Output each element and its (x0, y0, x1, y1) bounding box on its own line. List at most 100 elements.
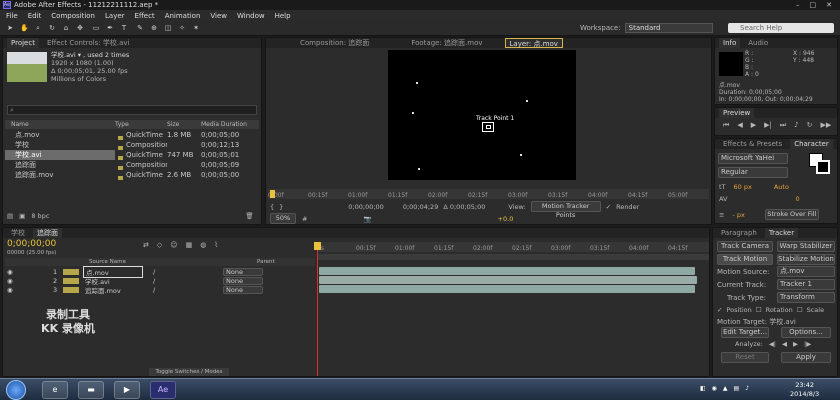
trash-icon[interactable]: 🗑 (245, 212, 253, 220)
font-size-value[interactable]: 60 px (734, 183, 752, 191)
layer-time-ruler[interactable]: 0:00f 00:15f 01:00f 01:15f 02:00f 02:15f… (268, 189, 709, 199)
type-tool-icon[interactable]: T (120, 24, 128, 32)
tab-timeline-school[interactable]: 学校 (7, 228, 29, 238)
grid-icon[interactable]: # (302, 215, 307, 223)
menu-help[interactable]: Help (275, 12, 291, 20)
render-checkbox[interactable]: ✓ (606, 203, 611, 211)
new-folder-icon[interactable]: ▣ (19, 212, 25, 220)
list-item[interactable]: 学校 Composition 0;00;12;13 (5, 140, 259, 150)
tab-layer[interactable]: Layer: 点.mov (504, 38, 563, 48)
hide-shy-icon[interactable]: ☺ (170, 241, 177, 249)
rotate-tool-icon[interactable]: ↻ (48, 24, 56, 32)
list-item[interactable]: 追踪面 Composition 0;00;05;09 (5, 160, 259, 170)
pan-behind-tool-icon[interactable]: ✥ (76, 24, 84, 32)
font-style-select[interactable]: Regular (718, 167, 788, 178)
list-item[interactable]: 追踪面.mov QuickTime 2.6 MB 0;00;05;00 (5, 170, 259, 180)
menu-composition[interactable]: Composition (51, 12, 95, 20)
col-type[interactable]: Type (115, 120, 167, 129)
tab-preview[interactable]: Preview (719, 108, 755, 118)
col-duration[interactable]: Media Duration (201, 120, 257, 129)
analyze-back-one-icon[interactable]: ◀| (769, 340, 776, 348)
close-button[interactable]: ✕ (826, 1, 832, 9)
out-point-button[interactable]: } (279, 203, 283, 211)
view-select[interactable]: Motion Tracker Points (530, 201, 601, 219)
tray-icon[interactable]: ◉ (712, 385, 717, 392)
time-start[interactable]: 0;00;00;00 (348, 203, 384, 211)
table-row[interactable]: ◉ 2 学校.avi / None (3, 276, 315, 286)
clone-tool-icon[interactable]: ⊕ (150, 24, 158, 32)
play-icon[interactable]: ▶ (751, 121, 756, 130)
network-icon[interactable]: ▤ (734, 385, 740, 392)
selection-tool-icon[interactable]: ➤ (6, 24, 14, 32)
table-row[interactable]: ◉ 1 点.mov / None (3, 265, 315, 278)
tab-paragraph[interactable]: Paragraph (717, 228, 761, 238)
folder-icon[interactable]: ▬ (78, 381, 104, 399)
edit-target-button[interactable]: Edit Target... (721, 327, 769, 338)
menu-effect[interactable]: Effect (135, 12, 155, 20)
layer-bar[interactable] (319, 267, 695, 275)
workspace-select[interactable]: Standard (624, 23, 713, 33)
layer-switches[interactable]: / (143, 286, 223, 294)
eraser-tool-icon[interactable]: ◫ (164, 24, 172, 32)
maximize-button[interactable]: □ (810, 1, 817, 9)
menu-file[interactable]: File (6, 12, 18, 20)
pen-tool-icon[interactable]: ✒ (106, 24, 114, 32)
current-track-select[interactable]: Tracker 1 (777, 279, 835, 290)
in-point-button[interactable]: { (270, 203, 274, 211)
rotation-checkbox[interactable]: ☐ (756, 306, 762, 314)
position-checkbox[interactable]: ✓ (717, 306, 722, 314)
fill-stroke-color[interactable] (809, 153, 831, 175)
menu-animation[interactable]: Animation (165, 12, 201, 20)
tab-info[interactable]: Info (719, 38, 741, 48)
track-motion-button[interactable]: Track Motion (717, 254, 773, 265)
tray-icon[interactable]: ▲ (723, 385, 728, 392)
tab-effect-controls[interactable]: Effect Controls: 学校.avi (43, 38, 134, 48)
minimize-button[interactable]: – (796, 1, 800, 9)
options-button[interactable]: Options... (781, 327, 831, 338)
layer-bar[interactable] (319, 285, 695, 293)
rectangle-tool-icon[interactable]: ▭ (92, 24, 100, 32)
project-search-input[interactable]: ⌕ (7, 105, 257, 115)
timeline-ruler[interactable]: 0s 00:15f 01:00f 01:15f 02:00f 02:15f 03… (317, 242, 709, 252)
frame-blending-icon[interactable]: ▦ (186, 241, 193, 249)
interpret-footage-icon[interactable]: ▤ (7, 212, 13, 220)
analyze-backward-icon[interactable]: ◀ (782, 340, 787, 348)
start-button-icon[interactable] (6, 380, 26, 400)
hand-tool-icon[interactable]: ✋ (20, 24, 29, 32)
volume-icon[interactable]: ♪ (745, 385, 749, 392)
col-name[interactable]: Name (5, 120, 115, 129)
menu-edit[interactable]: Edit (28, 12, 42, 20)
tab-audio[interactable]: Audio (744, 38, 772, 48)
motion-blur-icon[interactable]: ◍ (200, 241, 206, 249)
ie-icon[interactable]: e (42, 381, 68, 399)
next-frame-icon[interactable]: ▶| (764, 121, 772, 130)
warp-stabilizer-button[interactable]: Warp Stabilizer (777, 241, 835, 252)
draft-3d-icon[interactable]: ◇ (157, 241, 162, 249)
audio-icon[interactable]: ♪ (794, 121, 798, 130)
scale-checkbox[interactable]: ☐ (797, 306, 803, 314)
plus-exposure[interactable]: +0.0 (498, 215, 514, 223)
timeline-timecode[interactable]: 0;00;00;00 (7, 239, 56, 249)
eye-icon[interactable]: ◉ (3, 268, 53, 276)
menu-window[interactable]: Window (237, 12, 265, 20)
camera-snapshot-icon[interactable]: 📷 (363, 215, 371, 223)
ram-preview-icon[interactable]: ▶▶ (821, 121, 832, 130)
col-size[interactable]: Size (167, 120, 201, 129)
eye-icon[interactable]: ◉ (3, 286, 53, 294)
last-frame-icon[interactable]: ⏭ (780, 121, 786, 130)
stroke-width-value[interactable]: - px (732, 211, 744, 219)
puppet-tool-icon[interactable]: ✶ (192, 24, 200, 32)
first-frame-icon[interactable]: ⏮ (723, 121, 729, 130)
eye-icon[interactable]: ◉ (3, 277, 53, 285)
after-effects-taskbar-icon[interactable]: Ae (150, 381, 176, 399)
graph-editor-icon[interactable]: ⌇ (214, 241, 217, 249)
leading-value[interactable]: Auto (774, 183, 789, 191)
tray-icon[interactable]: ◧ (700, 385, 706, 392)
layer-switches[interactable]: / (143, 268, 223, 276)
reset-button[interactable]: Reset (721, 352, 769, 363)
tab-project[interactable]: Project (7, 38, 39, 48)
font-family-select[interactable]: Microsoft YaHei (718, 153, 788, 164)
zoom-tool-icon[interactable]: ⌕ (34, 24, 42, 32)
clock[interactable]: 23:42 2014/8/3 (790, 381, 819, 399)
tab-tracker[interactable]: Tracker (764, 228, 799, 238)
